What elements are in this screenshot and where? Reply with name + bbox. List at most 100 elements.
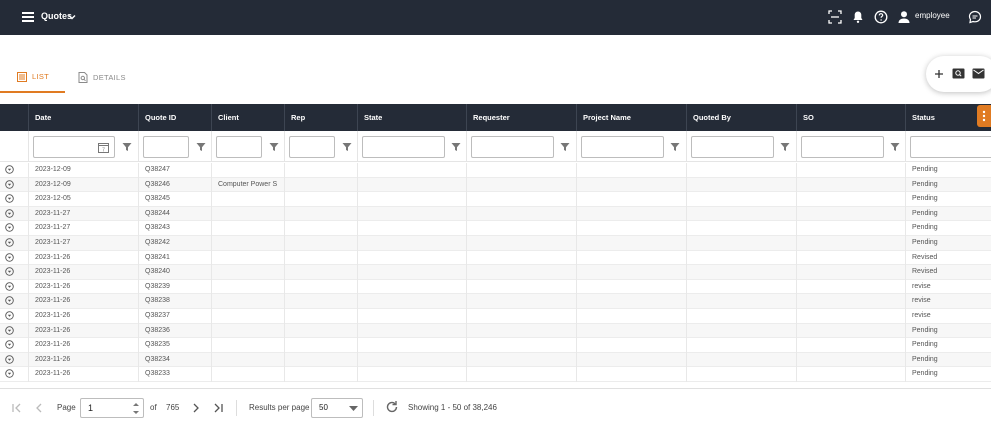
chevron-down-icon[interactable] bbox=[67, 12, 77, 22]
cell-state bbox=[357, 221, 466, 236]
table-row[interactable]: 2023-12-05 Q38245 Pending bbox=[0, 192, 991, 207]
filter-icon[interactable] bbox=[451, 142, 461, 152]
expand-row-icon[interactable] bbox=[5, 311, 14, 320]
expand-row-icon[interactable] bbox=[5, 296, 14, 306]
cell-project-name bbox=[576, 323, 686, 339]
table-row[interactable]: 2023-11-26 Q38236 Pending bbox=[0, 323, 991, 339]
cell-rep bbox=[284, 352, 357, 368]
first-page-icon[interactable] bbox=[11, 402, 23, 414]
expand-row-icon[interactable] bbox=[5, 165, 14, 174]
filter-icon[interactable] bbox=[560, 142, 570, 152]
expand-row-icon[interactable] bbox=[5, 179, 14, 189]
expand-row-icon[interactable] bbox=[5, 340, 14, 349]
project-name-filter-input[interactable] bbox=[581, 136, 664, 158]
table-row[interactable]: 2023-12-09 Q38246 Computer Power S Pending bbox=[0, 177, 991, 193]
column-header-rep[interactable]: Rep bbox=[284, 104, 357, 131]
cell-requester bbox=[466, 221, 576, 236]
user-name[interactable]: employee bbox=[915, 11, 950, 20]
date-filter-input[interactable]: 7 bbox=[33, 136, 115, 158]
filter-icon[interactable] bbox=[780, 142, 790, 152]
column-header-client[interactable]: Client bbox=[211, 104, 284, 131]
filter-icon[interactable] bbox=[269, 142, 279, 152]
next-page-icon[interactable] bbox=[190, 402, 202, 414]
requester-filter-input[interactable] bbox=[471, 136, 554, 158]
filter-icon[interactable] bbox=[890, 142, 900, 152]
stepper-icon[interactable] bbox=[132, 401, 140, 416]
scan-icon[interactable] bbox=[827, 9, 843, 25]
quote-id-filter-input[interactable] bbox=[143, 136, 189, 158]
cell-quoted-by bbox=[686, 367, 796, 382]
expand-row-icon[interactable] bbox=[5, 325, 14, 335]
cell-project-name bbox=[576, 221, 686, 236]
rep-filter-input[interactable] bbox=[289, 136, 335, 158]
cell-state bbox=[357, 236, 466, 251]
table-row[interactable]: 2023-12-09 Q38247 Pending bbox=[0, 163, 991, 178]
cell-date: 2023-11-27 bbox=[28, 236, 138, 251]
column-header-project-name[interactable]: Project Name bbox=[576, 104, 686, 131]
page-number-input[interactable]: 1 bbox=[80, 398, 144, 418]
column-header-requester[interactable]: Requester bbox=[466, 104, 576, 131]
help-icon[interactable] bbox=[873, 9, 889, 25]
cell-date: 2023-11-27 bbox=[28, 206, 138, 222]
table-row[interactable]: 2023-11-26 Q38241 Revised bbox=[0, 250, 991, 266]
table-row[interactable]: 2023-11-27 Q38244 Pending bbox=[0, 206, 991, 222]
menu-icon[interactable] bbox=[22, 12, 34, 22]
filter-icon[interactable] bbox=[342, 142, 352, 152]
expand-row-icon[interactable] bbox=[5, 238, 14, 247]
cell-so bbox=[796, 309, 905, 324]
table-row[interactable]: 2023-11-27 Q38243 Pending bbox=[0, 221, 991, 236]
last-page-icon[interactable] bbox=[212, 402, 224, 414]
cell-quote-id: Q38235 bbox=[138, 338, 211, 353]
status-filter-input[interactable] bbox=[910, 136, 991, 158]
cell-requester bbox=[466, 309, 576, 324]
table-row[interactable]: 2023-11-27 Q38242 Pending bbox=[0, 236, 991, 251]
add-icon[interactable] bbox=[934, 69, 944, 79]
expand-row-icon[interactable] bbox=[5, 355, 14, 364]
quoted-by-filter-input[interactable] bbox=[691, 136, 774, 158]
chat-icon[interactable] bbox=[967, 9, 983, 25]
table-row[interactable]: 2023-11-26 Q38240 Revised bbox=[0, 265, 991, 280]
table-row[interactable]: 2023-11-26 Q38238 revise bbox=[0, 294, 991, 309]
previous-page-icon[interactable] bbox=[33, 402, 45, 414]
expand-row-icon[interactable] bbox=[5, 267, 14, 276]
filter-icon[interactable] bbox=[196, 142, 206, 152]
expand-row-icon[interactable] bbox=[5, 369, 14, 379]
bell-icon[interactable] bbox=[850, 9, 866, 25]
state-filter-input[interactable] bbox=[362, 136, 445, 158]
cell-requester bbox=[466, 352, 576, 368]
column-header-so[interactable]: SO bbox=[796, 104, 905, 131]
table-row[interactable]: 2023-11-26 Q38233 Pending bbox=[0, 367, 991, 382]
column-header-state[interactable]: State bbox=[357, 104, 466, 131]
expand-row-icon[interactable] bbox=[5, 194, 14, 203]
tab-list[interactable]: LIST bbox=[0, 62, 65, 93]
column-header-quoted-by[interactable]: Quoted By bbox=[686, 104, 796, 131]
expand-row-icon[interactable] bbox=[5, 209, 14, 218]
table-row[interactable]: 2023-11-26 Q38239 revise bbox=[0, 279, 991, 295]
cell-status: Pending bbox=[905, 177, 991, 193]
column-options-tab[interactable] bbox=[977, 105, 991, 127]
column-header-quote-id[interactable]: Quote ID bbox=[138, 104, 211, 131]
filter-icon[interactable] bbox=[122, 142, 132, 152]
cell-so bbox=[796, 279, 905, 295]
filter-icon[interactable] bbox=[670, 142, 680, 152]
search-record-icon[interactable] bbox=[952, 68, 965, 79]
refresh-icon[interactable] bbox=[385, 400, 399, 414]
table-row[interactable]: 2023-11-26 Q38237 revise bbox=[0, 309, 991, 324]
expand-row-icon[interactable] bbox=[5, 282, 14, 291]
expand-row-icon[interactable] bbox=[5, 252, 14, 262]
expand-row-icon[interactable] bbox=[5, 223, 14, 233]
results-per-page-select[interactable]: 50 bbox=[311, 398, 363, 418]
so-filter-input[interactable] bbox=[801, 136, 884, 158]
of-label: of bbox=[150, 403, 157, 412]
user-icon[interactable] bbox=[896, 9, 912, 25]
filter-cell-status bbox=[905, 131, 991, 162]
table-row[interactable]: 2023-11-26 Q38235 Pending bbox=[0, 338, 991, 353]
table-row[interactable]: 2023-11-26 Q38234 Pending bbox=[0, 352, 991, 368]
column-header-date[interactable]: Date bbox=[28, 104, 138, 131]
tab-details[interactable]: DETAILS bbox=[78, 62, 138, 93]
email-icon[interactable] bbox=[972, 68, 985, 79]
cell-date: 2023-11-26 bbox=[28, 250, 138, 266]
calendar-icon[interactable]: 7 bbox=[98, 142, 109, 153]
client-filter-input[interactable] bbox=[216, 136, 262, 158]
cell-date: 2023-11-26 bbox=[28, 338, 138, 353]
